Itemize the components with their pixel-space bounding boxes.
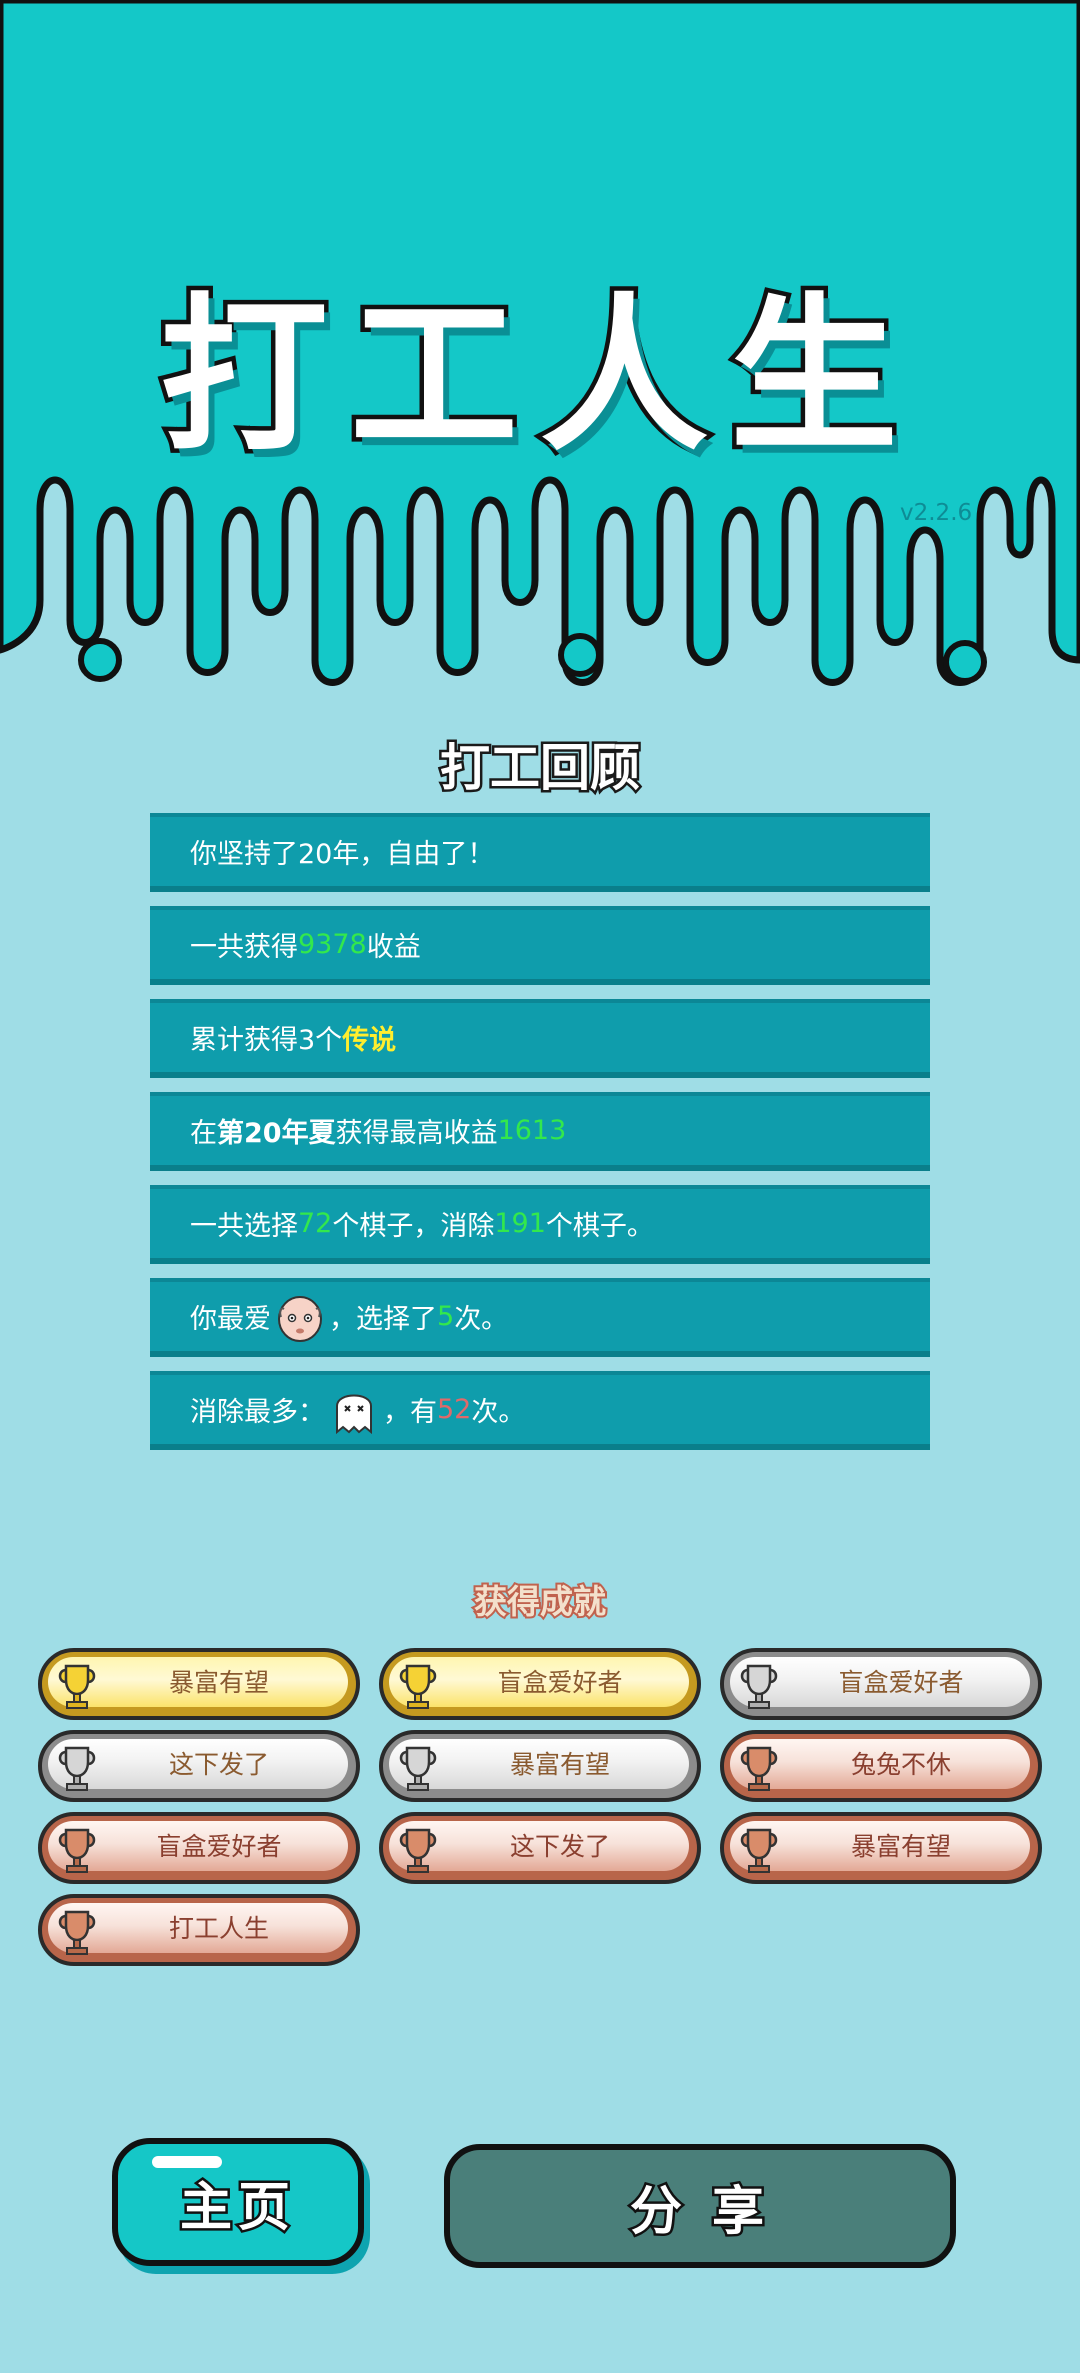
review-text: 你最爱	[190, 1304, 271, 1335]
income-value: 9378	[298, 929, 367, 960]
review-text: 消除最多：	[190, 1397, 325, 1428]
achievement-label: 暴富有望	[168, 1668, 269, 1697]
review-row-favorite: 你最爱 ，选择了 5 次。	[150, 1278, 930, 1357]
trophy-icon	[58, 1828, 96, 1873]
achievement-label: 暴富有望	[509, 1750, 610, 1779]
achievement-label: 这下发了	[168, 1750, 269, 1779]
review-text: ，选择了	[329, 1304, 437, 1335]
achievement-label: 打工人生	[168, 1914, 269, 1943]
trophy-icon	[399, 1828, 437, 1873]
best-season: 第20年夏	[217, 1118, 336, 1149]
achievement-badge: 盲盒爱好者	[379, 1648, 701, 1720]
review-row-income: 一共获得 9378 收益	[150, 906, 930, 985]
achievement-label: 兔兔不休	[850, 1750, 951, 1779]
review-text: 收益	[366, 932, 421, 963]
review-row-legend: 累计获得3个 传说	[150, 999, 930, 1078]
pieces-selected-value: 72	[298, 1208, 333, 1239]
game-title: 打工人生	[156, 274, 920, 479]
achievement-label: 盲盒爱好者	[156, 1832, 282, 1861]
trophy-icon	[58, 1664, 96, 1709]
achievement-label: 盲盒爱好者	[838, 1668, 964, 1697]
achievement-label: 盲盒爱好者	[497, 1668, 623, 1697]
achievement-badge: 暴富有望	[379, 1730, 701, 1802]
share-button[interactable]: 分 享	[444, 2144, 956, 2268]
achievement-label: 这下发了	[509, 1832, 610, 1861]
trophy-icon	[399, 1664, 437, 1709]
review-text: 获得最高收益	[335, 1118, 498, 1149]
version-label: v2.2.6	[900, 500, 973, 526]
achievement-label: 暴富有望	[850, 1832, 951, 1861]
best-income-value: 1613	[497, 1115, 567, 1146]
pieces-removed-value: 191	[494, 1208, 546, 1239]
review-text: 累计获得3个	[190, 1025, 343, 1056]
achievement-badge: 暴富有望	[38, 1648, 360, 1720]
review-text: 次。	[471, 1397, 526, 1428]
achievement-badge: 兔兔不休	[720, 1730, 1042, 1802]
review-row-pieces: 一共选择 72 个棋子，消除 191 个棋子。	[150, 1185, 930, 1264]
trophy-icon	[399, 1746, 437, 1791]
review-text: 次。	[454, 1304, 509, 1335]
achievement-badge: 打工人生	[38, 1894, 360, 1966]
trophy-icon	[740, 1746, 778, 1791]
trophy-icon	[740, 1664, 778, 1709]
review-text: 一共获得	[190, 932, 298, 963]
review-list: 你坚持了20年，自由了！ 一共获得 9378 收益 累计获得3个 传说 在 第20年夏…	[150, 813, 930, 1464]
most-removed-count-value: 52	[437, 1394, 472, 1425]
home-button[interactable]: 主页	[112, 2138, 364, 2266]
review-text: 你坚持了20年，自由了！	[190, 839, 495, 870]
bald-face-icon	[278, 1295, 322, 1342]
review-row-best-income: 在 第20年夏 获得最高收益 1613	[150, 1092, 930, 1171]
review-title: 打工回顾	[438, 737, 643, 800]
achievement-badge: 盲盒爱好者	[38, 1812, 360, 1884]
trophy-icon	[58, 1910, 96, 1955]
review-text: 个棋子，消除	[332, 1211, 495, 1242]
achievement-badge: 盲盒爱好者	[720, 1648, 1042, 1720]
review-row-years: 你坚持了20年，自由了！	[150, 813, 930, 892]
review-text: 一共选择	[190, 1211, 298, 1242]
achievement-badge: 这下发了	[38, 1730, 360, 1802]
home-button-label: 主页	[177, 2175, 296, 2240]
favorite-count-value: 5	[437, 1301, 455, 1332]
achievement-badge: 这下发了	[379, 1812, 701, 1884]
review-text: 在	[190, 1118, 217, 1149]
review-text: ，有	[383, 1397, 437, 1428]
ghost-icon	[336, 1394, 372, 1434]
achievements-title: 获得成就	[472, 1580, 608, 1623]
trophy-icon	[58, 1746, 96, 1791]
trophy-icon	[740, 1828, 778, 1873]
legend-label: 传说	[342, 1025, 397, 1056]
review-row-most-removed: 消除最多： ，有 52 次。	[150, 1371, 930, 1450]
achievement-badge: 暴富有望	[720, 1812, 1042, 1884]
share-button-label: 分 享	[627, 2179, 771, 2244]
review-text: 个棋子。	[545, 1211, 654, 1242]
